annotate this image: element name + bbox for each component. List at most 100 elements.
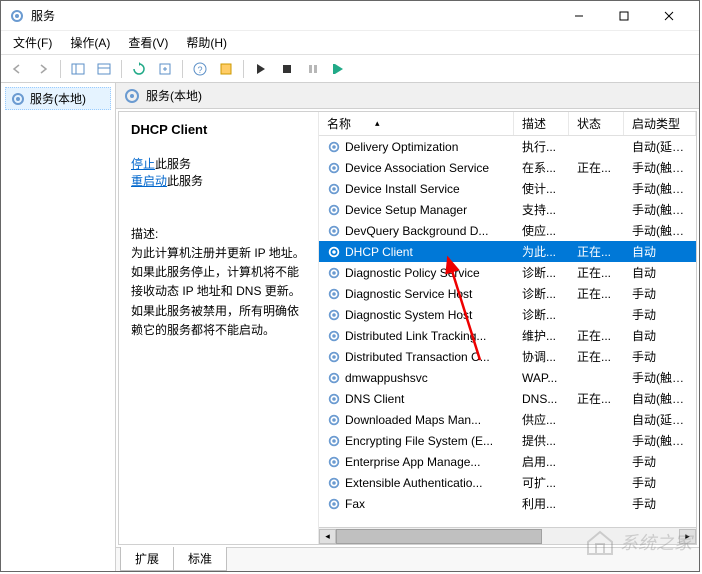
service-start-cell: 手动 [624, 348, 696, 365]
service-desc-cell: 协调... [514, 348, 569, 365]
properties-button[interactable] [214, 58, 238, 80]
service-name-cell: Device Install Service [319, 182, 514, 196]
service-start-cell: 手动 [624, 474, 696, 491]
service-desc-cell: 诊断... [514, 306, 569, 323]
service-name-cell: Fax [319, 497, 514, 511]
pause-service-button [301, 58, 325, 80]
tab-standard[interactable]: 标准 [173, 547, 227, 571]
service-name-cell: Diagnostic Service Host [319, 287, 514, 301]
view-panel1-button[interactable] [66, 58, 90, 80]
tree-node-services-local[interactable]: 服务(本地) [5, 87, 111, 110]
stop-service-link[interactable]: 停止 [131, 157, 155, 171]
service-start-cell: 手动(触发... [624, 159, 696, 176]
view-panel2-button[interactable] [92, 58, 116, 80]
service-row[interactable]: Distributed Link Tracking...维护...正在...自动 [319, 325, 696, 346]
service-row[interactable]: Delivery Optimization执行...自动(延迟... [319, 136, 696, 157]
minimize-button[interactable] [556, 2, 601, 30]
refresh-button[interactable] [127, 58, 151, 80]
service-start-cell: 自动 [624, 327, 696, 344]
menu-action[interactable]: 操作(A) [62, 32, 118, 53]
service-row[interactable]: DevQuery Background D...使应...手动(触发... [319, 220, 696, 241]
service-row[interactable]: Diagnostic Service Host诊断...正在...手动 [319, 283, 696, 304]
content-header: 服务(本地) [116, 83, 699, 109]
gear-icon [327, 455, 341, 469]
service-start-cell: 手动(触发... [624, 201, 696, 218]
service-name-cell: dmwappushsvc [319, 371, 514, 385]
restart-service-button[interactable] [327, 58, 351, 80]
col-desc[interactable]: 描述 [514, 112, 569, 135]
service-start-cell: 手动 [624, 285, 696, 302]
gear-icon [327, 476, 341, 490]
service-desc-cell: 在系... [514, 159, 569, 176]
service-start-cell: 手动 [624, 306, 696, 323]
gear-icon [327, 245, 341, 259]
restart-service-link[interactable]: 重启动 [131, 174, 167, 188]
close-button[interactable] [646, 2, 691, 30]
service-start-cell: 手动 [624, 495, 696, 512]
scroll-thumb[interactable] [336, 529, 542, 544]
service-row[interactable]: Device Association Service在系...正在...手动(触… [319, 157, 696, 178]
menu-help[interactable]: 帮助(H) [178, 32, 235, 53]
services-icon [9, 8, 25, 24]
service-status-cell: 正在... [569, 348, 624, 365]
service-name-cell: DNS Client [319, 392, 514, 406]
scroll-left-arrow[interactable]: ◂ [319, 529, 336, 544]
gear-icon [327, 203, 341, 217]
menu-file[interactable]: 文件(F) [5, 32, 60, 53]
view-tabs: 扩展 标准 [116, 547, 699, 571]
service-name-cell: Downloaded Maps Man... [319, 413, 514, 427]
col-name[interactable]: 名称▴ [319, 112, 514, 135]
service-row[interactable]: Extensible Authenticatio...可扩...手动 [319, 472, 696, 493]
gear-icon [327, 371, 341, 385]
service-desc-cell: 可扩... [514, 474, 569, 491]
service-row[interactable]: Fax利用... 手动 [319, 493, 696, 514]
col-start[interactable]: 启动类型 [624, 112, 696, 135]
service-row[interactable]: Diagnostic System Host诊断...手动 [319, 304, 696, 325]
service-row[interactable]: Distributed Transaction C...协调...正在...手动 [319, 346, 696, 367]
service-row[interactable]: dmwappushsvcWAP...手动(触发... [319, 367, 696, 388]
col-status[interactable]: 状态 [569, 112, 624, 135]
gear-icon [327, 161, 341, 175]
service-row[interactable]: Downloaded Maps Man...供应...自动(延迟... [319, 409, 696, 430]
tab-extended[interactable]: 扩展 [120, 547, 174, 571]
service-row[interactable]: DHCP Client为此...正在...自动 [319, 241, 696, 262]
tree-pane: 服务(本地) [1, 83, 116, 571]
window-title: 服务 [31, 7, 556, 24]
service-row[interactable]: Encrypting File System (E...提供...手动(触发..… [319, 430, 696, 451]
list-rows[interactable]: Delivery Optimization执行...自动(延迟...Device… [319, 136, 696, 527]
service-start-cell: 手动(触发... [624, 180, 696, 197]
service-desc-cell: 利用... [514, 495, 569, 512]
start-service-button[interactable] [249, 58, 273, 80]
maximize-button[interactable] [601, 2, 646, 30]
gear-icon [327, 434, 341, 448]
horizontal-scrollbar[interactable]: ◂ ▸ [319, 527, 696, 544]
service-start-cell: 自动(延迟... [624, 138, 696, 155]
service-start-cell: 自动(触发... [624, 390, 696, 407]
export-button[interactable] [153, 58, 177, 80]
gear-icon [327, 329, 341, 343]
service-start-cell: 自动 [624, 243, 696, 260]
service-row[interactable]: Device Setup Manager支持...手动(触发... [319, 199, 696, 220]
gear-icon [327, 287, 341, 301]
service-name-cell: Diagnostic Policy Service [319, 266, 514, 280]
service-desc-cell: 启用... [514, 453, 569, 470]
service-row[interactable]: Enterprise App Manage...启用...手动 [319, 451, 696, 472]
gear-icon [327, 350, 341, 364]
titlebar: 服务 [1, 1, 699, 31]
scroll-right-arrow[interactable]: ▸ [679, 529, 696, 544]
gear-icon [327, 308, 341, 322]
service-desc-cell: 使计... [514, 180, 569, 197]
detail-pane: DHCP Client 停止此服务 重启动此服务 描述: 为此计算机注册并更新 … [119, 112, 319, 544]
menu-view[interactable]: 查看(V) [120, 32, 176, 53]
service-row[interactable]: DNS ClientDNS...正在...自动(触发... [319, 388, 696, 409]
help-button[interactable]: ? [188, 58, 212, 80]
list-header: 名称▴ 描述 状态 启动类型 [319, 112, 696, 136]
stop-service-button[interactable] [275, 58, 299, 80]
service-name-cell: DevQuery Background D... [319, 224, 514, 238]
gear-icon [327, 182, 341, 196]
service-row[interactable]: Device Install Service使计... 手动(触发... [319, 178, 696, 199]
service-name-cell: Encrypting File System (E... [319, 434, 514, 448]
restart-suffix: 此服务 [167, 174, 203, 188]
service-row[interactable]: Diagnostic Policy Service诊断...正在...自动 [319, 262, 696, 283]
service-name-cell: Distributed Link Tracking... [319, 329, 514, 343]
